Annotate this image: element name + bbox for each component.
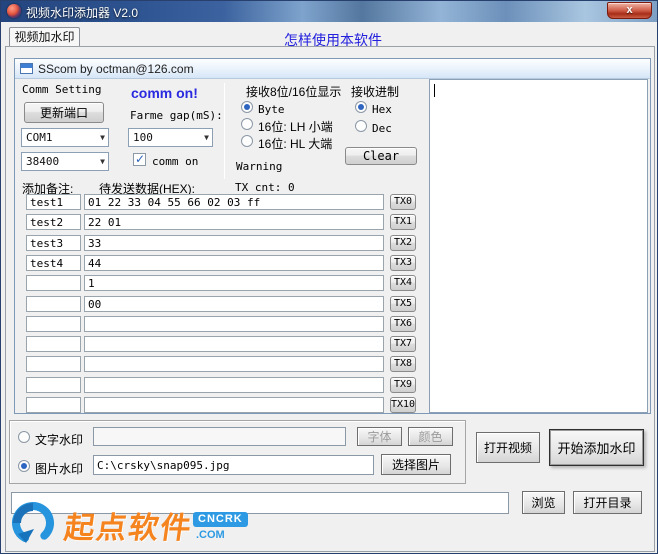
comm-on-checkbox-label: comm on xyxy=(152,155,199,168)
tx-send-button[interactable]: TX10 xyxy=(390,397,416,413)
title-bar: 视频水印添加器 V2.0 x xyxy=(1,1,657,22)
radio-16bit-lh-label: 16位: LH 小端 xyxy=(258,120,333,134)
tx-send-button[interactable]: TX7 xyxy=(390,336,416,352)
browse-button[interactable]: 浏览 xyxy=(522,491,565,514)
tx-note-input[interactable] xyxy=(26,275,81,291)
text-watermark-label: 文字水印 xyxy=(35,433,84,447)
tx-data-input[interactable] xyxy=(84,377,384,393)
tx-send-button[interactable]: TX3 xyxy=(390,255,416,271)
radio-hex-label: Hex xyxy=(372,103,392,116)
chevron-down-icon[interactable]: ▼ xyxy=(204,129,209,146)
sscom-title-bar: SScom by octman@126.com xyxy=(15,59,650,79)
tx-data-input[interactable] xyxy=(84,397,384,413)
choose-image-button[interactable]: 选择图片 xyxy=(381,454,451,475)
tx-data-input[interactable] xyxy=(84,275,384,291)
baud-value: 38400 xyxy=(26,155,60,168)
tx-send-button[interactable]: TX1 xyxy=(390,214,416,230)
tx-data-input[interactable] xyxy=(84,356,384,372)
comm-on-banner: comm on! xyxy=(131,85,198,101)
tx-data-input[interactable] xyxy=(84,255,384,271)
window-title: 视频水印添加器 V2.0 xyxy=(26,6,139,20)
chevron-down-icon[interactable]: ▼ xyxy=(100,153,105,170)
tx-data-input[interactable] xyxy=(84,214,384,230)
watermark-group: 文字水印 字体 颜色 图片水印 选择图片 xyxy=(9,420,466,484)
radio-dec-label: Dec xyxy=(372,122,392,135)
tx-note-input[interactable] xyxy=(26,336,81,352)
tx-send-button[interactable]: TX4 xyxy=(390,275,416,291)
logo-badge: CNCRK xyxy=(193,512,248,527)
color-button[interactable]: 颜色 xyxy=(408,427,453,446)
port-value: COM1 xyxy=(26,131,53,144)
open-directory-button[interactable]: 打开目录 xyxy=(573,491,642,514)
radio-dec[interactable] xyxy=(355,120,367,132)
open-video-button[interactable]: 打开视频 xyxy=(476,432,540,463)
frame-gap-label: Farme gap(mS): xyxy=(130,109,223,122)
tx-send-button[interactable]: TX8 xyxy=(390,356,416,372)
tx-count: TX cnt: 0 xyxy=(235,181,295,194)
text-watermark-radio[interactable] xyxy=(18,431,30,443)
tx-note-input[interactable] xyxy=(26,377,81,393)
logo-brand-text: 起点软件 xyxy=(62,512,195,545)
tab-video-watermark[interactable]: 视频加水印 xyxy=(9,27,80,47)
tx-send-button[interactable]: TX5 xyxy=(390,296,416,312)
tx-note-input[interactable] xyxy=(26,214,81,230)
radio-byte-label: Byte xyxy=(258,103,285,116)
close-button[interactable]: x xyxy=(607,2,652,19)
tx-send-button[interactable]: TX9 xyxy=(390,377,416,393)
port-select[interactable]: COM1 ▼ xyxy=(21,128,109,147)
divider xyxy=(224,83,225,179)
frame-gap-select[interactable]: 100 ▼ xyxy=(128,128,213,147)
radio-16bit-hl-label: 16位: HL 大端 xyxy=(258,137,333,151)
tx-send-button[interactable]: TX0 xyxy=(390,194,416,210)
clear-button[interactable]: Clear xyxy=(345,147,417,165)
tx-send-button[interactable]: TX6 xyxy=(390,316,416,332)
receive-base-group-label: 接收进制 xyxy=(351,85,400,99)
logo-circle-arrow-icon xyxy=(12,502,55,544)
radio-16bit-lh[interactable] xyxy=(241,118,253,130)
image-watermark-label: 图片水印 xyxy=(35,462,84,476)
frame-gap-value: 100 xyxy=(133,131,153,144)
tx-data-input[interactable] xyxy=(84,194,384,210)
tx-note-input[interactable] xyxy=(26,356,81,372)
tx-note-input[interactable] xyxy=(26,316,81,332)
tx-data-input[interactable] xyxy=(84,235,384,251)
app-icon xyxy=(7,4,21,18)
text-watermark-input[interactable] xyxy=(93,427,346,446)
sscom-app-icon xyxy=(20,63,33,74)
tx-note-input[interactable] xyxy=(26,235,81,251)
tx-data-input[interactable] xyxy=(84,296,384,312)
tx-data-input[interactable] xyxy=(84,316,384,332)
app-window: 视频水印添加器 V2.0 x 视频加水印 怎样使用本软件 SScom by oc… xyxy=(0,0,658,554)
comm-setting-label: Comm Setting xyxy=(22,83,102,96)
image-watermark-radio[interactable] xyxy=(18,460,30,472)
tx-note-input[interactable] xyxy=(26,194,81,210)
tx-note-input[interactable] xyxy=(26,397,81,413)
comm-on-checkbox[interactable] xyxy=(133,152,146,166)
logo-suffix: .COM xyxy=(196,529,225,541)
radio-16bit-hl[interactable] xyxy=(241,135,253,147)
site-logo: 起点软件 CNCRK .COM xyxy=(5,495,257,553)
baud-select[interactable]: 38400 ▼ xyxy=(21,152,109,171)
tx-data-input[interactable] xyxy=(84,336,384,352)
text-cursor xyxy=(434,84,435,97)
sscom-window-title: SScom by octman@126.com xyxy=(38,62,194,76)
update-port-button[interactable]: 更新端口 xyxy=(24,102,104,123)
font-button[interactable]: 字体 xyxy=(357,427,402,446)
display-mode-group-label: 接收8位/16位显示 xyxy=(246,85,342,99)
chevron-down-icon[interactable]: ▼ xyxy=(100,129,105,146)
radio-byte[interactable] xyxy=(241,101,253,113)
start-watermark-button[interactable]: 开始添加水印 xyxy=(549,429,644,466)
tx-note-input[interactable] xyxy=(26,296,81,312)
image-path-input[interactable] xyxy=(93,455,374,475)
radio-hex[interactable] xyxy=(355,101,367,113)
close-icon: x xyxy=(626,4,633,16)
sscom-client-area: Comm Setting comm on! 更新端口 Farme gap(mS)… xyxy=(15,79,650,413)
sscom-window: SScom by octman@126.com Comm Setting com… xyxy=(14,58,651,414)
tx-send-button[interactable]: TX2 xyxy=(390,235,416,251)
warning-label: Warning xyxy=(236,160,283,173)
tx-note-input[interactable] xyxy=(26,255,81,271)
receive-textarea[interactable] xyxy=(429,79,648,413)
